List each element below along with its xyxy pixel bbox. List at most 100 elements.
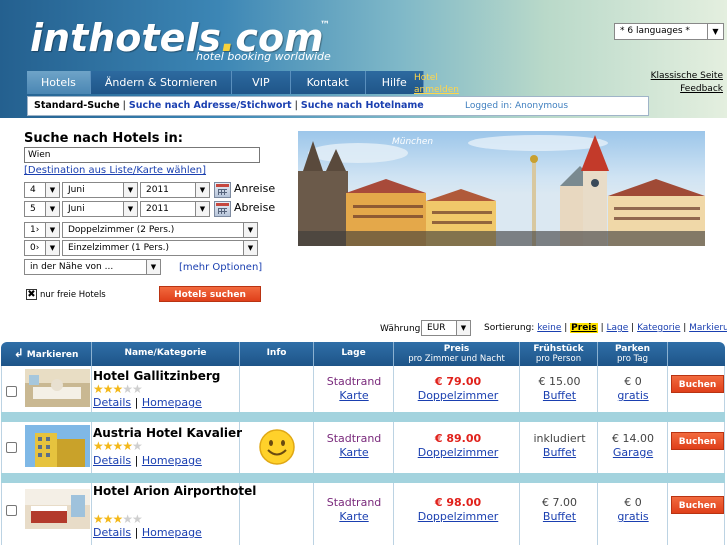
details-link[interactable]: Details bbox=[93, 396, 131, 409]
calendar-icon[interactable] bbox=[214, 182, 231, 198]
standard-search-tab[interactable]: Standard-Suche bbox=[34, 100, 120, 111]
departure-month-select[interactable]: Juni ▼ bbox=[62, 201, 138, 217]
tab-hotels[interactable]: Hotels bbox=[27, 71, 91, 94]
free-hotels-label: nur freie Hotels bbox=[40, 290, 106, 300]
arrival-day-select[interactable]: 4 ▼ bbox=[24, 182, 60, 198]
breakfast-link[interactable]: Buffet bbox=[543, 389, 576, 402]
hotel-thumbnail[interactable] bbox=[25, 425, 90, 467]
currency-select[interactable]: EUR ▼ bbox=[421, 320, 471, 336]
chevron-down-icon: ▼ bbox=[243, 241, 257, 255]
hotel-login-link[interactable]: anmelden bbox=[414, 84, 459, 96]
site-slogan: hotel booking worldwide bbox=[196, 50, 331, 63]
destination-list-link[interactable]: [Destination aus Liste/Karte wählen] bbox=[24, 165, 206, 176]
double-room-count-select[interactable]: 1› ▼ bbox=[24, 222, 60, 238]
results-table-header: ↲ Markieren Name/Kategorie Info Lage Pre… bbox=[1, 342, 725, 366]
chevron-down-icon: ▼ bbox=[707, 24, 723, 39]
mark-checkbox[interactable] bbox=[6, 442, 17, 453]
parking-link[interactable]: Garage bbox=[613, 446, 653, 459]
breakfast-cell: € 7.00 Buffet bbox=[542, 496, 577, 523]
header: inthotels.com ™ hotel booking worldwide … bbox=[0, 0, 727, 118]
language-select[interactable]: * 6 languages * ▼ bbox=[614, 23, 724, 40]
main-tabs: Hotels Ändern & Stornieren VIP Kontakt H… bbox=[27, 71, 424, 94]
book-button[interactable]: Buchen bbox=[671, 496, 724, 514]
parking-cell: € 0 gratis bbox=[617, 496, 649, 523]
breakfast-link[interactable]: Buffet bbox=[543, 510, 576, 523]
chevron-down-icon: ▼ bbox=[123, 202, 137, 216]
search-hotels-button[interactable]: Hotels suchen bbox=[159, 286, 261, 302]
parking-link[interactable]: gratis bbox=[617, 510, 648, 523]
chevron-down-icon: ▼ bbox=[45, 241, 59, 255]
mark-checkbox[interactable] bbox=[6, 505, 17, 516]
parking-link[interactable]: gratis bbox=[617, 389, 648, 402]
location-cell: Stadtrand Karte bbox=[326, 375, 382, 402]
mark-checkbox[interactable] bbox=[6, 386, 17, 397]
price-cell: € 79.00 Doppelzimmer bbox=[417, 375, 499, 402]
map-link[interactable]: Karte bbox=[339, 510, 368, 523]
feedback-link[interactable]: Feedback bbox=[680, 84, 723, 94]
chevron-down-icon: ▼ bbox=[456, 321, 470, 335]
map-link[interactable]: Karte bbox=[339, 389, 368, 402]
hotel-login-label: Hotel bbox=[414, 73, 438, 83]
details-link[interactable]: Details bbox=[93, 454, 131, 467]
address-search-tab[interactable]: Suche nach Adresse/Stichwort bbox=[129, 100, 292, 111]
sort-mark-link[interactable]: Markierung bbox=[689, 323, 727, 333]
homepage-link[interactable]: Homepage bbox=[142, 454, 202, 467]
chevron-down-icon: ▼ bbox=[146, 260, 160, 274]
row-divider bbox=[1, 473, 725, 483]
room-type-link[interactable]: Doppelzimmer bbox=[418, 446, 499, 459]
double-room-type-select[interactable]: Doppelzimmer (2 Pers.) ▼ bbox=[62, 222, 258, 238]
row-divider bbox=[1, 412, 725, 422]
chevron-down-icon: ▼ bbox=[195, 202, 209, 216]
arrival-year-select[interactable]: 2011 ▼ bbox=[140, 182, 210, 198]
sort-category-link[interactable]: Kategorie bbox=[637, 323, 680, 333]
sort-price-link[interactable]: Preis bbox=[570, 323, 598, 333]
search-title: Suche nach Hotels in: bbox=[24, 131, 183, 146]
hotel-name: Hotel Arion Airporthotel bbox=[93, 484, 257, 498]
chevron-down-icon: ▼ bbox=[45, 183, 59, 197]
header-links: Klassische Seite Feedback bbox=[651, 70, 723, 96]
chevron-down-icon: ▼ bbox=[45, 223, 59, 237]
name-column-header: Name/Kategorie bbox=[91, 342, 239, 366]
tab-vip[interactable]: VIP bbox=[232, 71, 291, 94]
parking-cell: € 0 gratis bbox=[617, 375, 649, 402]
single-room-type-select[interactable]: Einzelzimmer (1 Pers.) ▼ bbox=[62, 240, 258, 256]
departure-day-select[interactable]: 5 ▼ bbox=[24, 201, 60, 217]
departure-year-select[interactable]: 2011 ▼ bbox=[140, 201, 210, 217]
nearby-select[interactable]: in der Nähe von ... ▼ bbox=[24, 259, 161, 275]
map-link[interactable]: Karte bbox=[339, 446, 368, 459]
tab-contact[interactable]: Kontakt bbox=[290, 71, 366, 94]
tab-change-cancel[interactable]: Ändern & Stornieren bbox=[90, 71, 233, 94]
more-options-link[interactable]: [mehr Optionen] bbox=[179, 262, 262, 273]
free-hotels-checkbox[interactable]: ✖ bbox=[26, 289, 37, 300]
homepage-link[interactable]: Homepage bbox=[142, 526, 202, 539]
book-button[interactable]: Buchen bbox=[671, 432, 724, 450]
language-select-value: * 6 languages * bbox=[620, 26, 690, 36]
name-search-tab[interactable]: Suche nach Hotelname bbox=[301, 100, 424, 111]
breakfast-cell: inkludiert Buffet bbox=[533, 432, 586, 459]
classic-site-link[interactable]: Klassische Seite bbox=[651, 71, 723, 81]
details-link[interactable]: Details bbox=[93, 526, 131, 539]
sort-location-link[interactable]: Lage bbox=[607, 323, 629, 333]
star-rating: ★★★★★ bbox=[93, 512, 143, 526]
room-type-link[interactable]: Doppelzimmer bbox=[418, 389, 499, 402]
breakfast-link[interactable]: Buffet bbox=[543, 446, 576, 459]
homepage-link[interactable]: Homepage bbox=[142, 396, 202, 409]
room-type-link[interactable]: Doppelzimmer bbox=[418, 510, 499, 523]
hotel-thumbnail[interactable] bbox=[25, 369, 90, 407]
location-cell: Stadtrand Karte bbox=[326, 432, 382, 459]
hotel-links: Details | Homepage bbox=[93, 454, 202, 467]
price-cell: € 89.00 Doppelzimmer bbox=[417, 432, 499, 459]
table-row: Austria Hotel Kavalier ★★★★★ Details | H… bbox=[1, 422, 725, 473]
chevron-down-icon: ▼ bbox=[195, 183, 209, 197]
arrow-down-left-icon: ↲ bbox=[13, 346, 24, 360]
destination-input[interactable] bbox=[24, 147, 260, 163]
location-cell: Stadtrand Karte bbox=[326, 496, 382, 523]
arrival-month-select[interactable]: Juni ▼ bbox=[62, 182, 138, 198]
breakfast-column-header: Frühstück pro Person bbox=[519, 342, 597, 366]
sort-none-link[interactable]: keine bbox=[537, 323, 561, 333]
smiley-icon[interactable] bbox=[258, 428, 296, 466]
calendar-icon[interactable] bbox=[214, 201, 231, 217]
hotel-thumbnail[interactable] bbox=[25, 489, 90, 529]
book-button[interactable]: Buchen bbox=[671, 375, 724, 393]
single-room-count-select[interactable]: 0› ▼ bbox=[24, 240, 60, 256]
